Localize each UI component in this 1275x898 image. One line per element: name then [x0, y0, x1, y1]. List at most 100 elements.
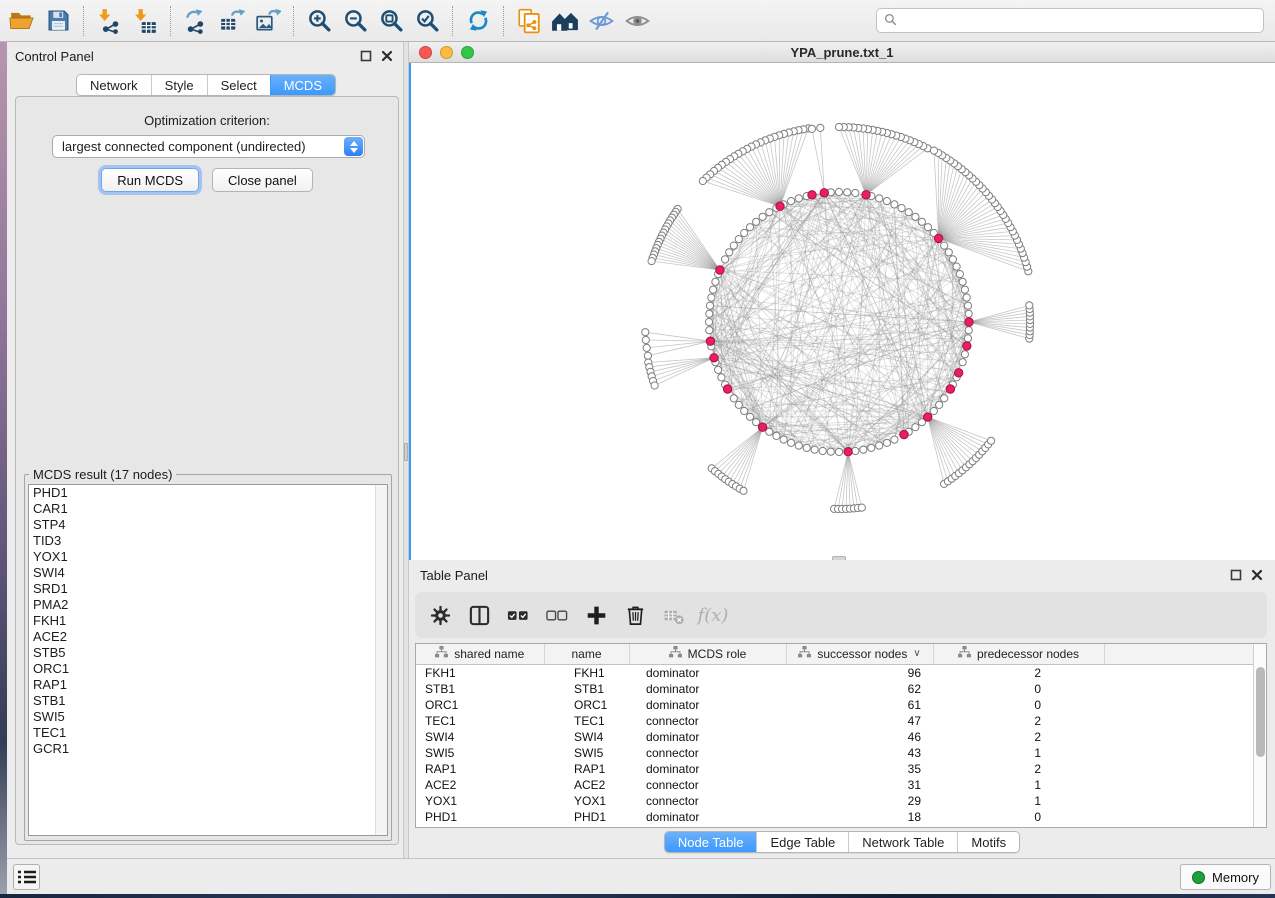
- graph-node[interactable]: [961, 351, 968, 358]
- table-row[interactable]: SWI4SWI4dominator462: [416, 729, 1254, 745]
- table-cell[interactable]: 2: [933, 713, 1104, 729]
- graph-node[interactable]: [795, 442, 802, 449]
- graph-node[interactable]: [965, 310, 972, 317]
- table-cell[interactable]: RAP1: [416, 761, 544, 777]
- mcds-result-list[interactable]: PHD1CAR1STP4TID3YOX1SWI4SRD1PMA2FKH1ACE2…: [28, 484, 388, 836]
- graph-hub-node[interactable]: [820, 189, 828, 197]
- table-cell[interactable]: FKH1: [544, 664, 629, 681]
- graph-node[interactable]: [924, 224, 931, 231]
- graph-node[interactable]: [706, 302, 713, 309]
- table-cell[interactable]: 0: [933, 681, 1104, 697]
- graph-node[interactable]: [868, 444, 875, 451]
- graph-node[interactable]: [710, 286, 717, 293]
- graph-hub-node[interactable]: [776, 202, 784, 210]
- graph-node[interactable]: [808, 125, 815, 132]
- table-cell[interactable]: dominator: [629, 681, 786, 697]
- mcds-result-item[interactable]: STB1: [29, 693, 387, 709]
- graph-node[interactable]: [706, 327, 713, 334]
- graph-node[interactable]: [912, 424, 919, 431]
- column-header-name[interactable]: name: [544, 644, 629, 664]
- graph-node[interactable]: [746, 413, 753, 420]
- graph-node[interactable]: [642, 336, 649, 343]
- table-cell[interactable]: 62: [786, 681, 933, 697]
- graph-node[interactable]: [959, 278, 966, 285]
- graph-hub-node[interactable]: [716, 266, 724, 274]
- table-row[interactable]: TEC1TEC1connector472: [416, 713, 1254, 729]
- graph-node[interactable]: [860, 446, 867, 453]
- table-cell[interactable]: 43: [786, 745, 933, 761]
- mcds-result-item[interactable]: SRD1: [29, 581, 387, 597]
- graph-hub-node[interactable]: [946, 385, 954, 393]
- export-image-icon[interactable]: [253, 6, 283, 36]
- mcds-result-item[interactable]: TEC1: [29, 725, 387, 741]
- select-all-icon[interactable]: [506, 603, 530, 627]
- graph-node[interactable]: [648, 258, 655, 265]
- mcds-result-item[interactable]: RAP1: [29, 677, 387, 693]
- export-table-icon[interactable]: [217, 6, 247, 36]
- table-row[interactable]: SWI5SWI5connector431: [416, 745, 1254, 761]
- tab-mcds[interactable]: MCDS: [270, 75, 335, 95]
- graph-node[interactable]: [965, 327, 972, 334]
- graph-node[interactable]: [844, 189, 851, 196]
- graph-node[interactable]: [835, 188, 842, 195]
- graph-node[interactable]: [722, 256, 729, 263]
- table-cell[interactable]: 1: [933, 745, 1104, 761]
- table-cell[interactable]: connector: [629, 745, 786, 761]
- split-view-icon[interactable]: [467, 603, 491, 627]
- graph-node[interactable]: [961, 286, 968, 293]
- graph-node[interactable]: [735, 236, 742, 243]
- table-cell[interactable]: ORC1: [544, 697, 629, 713]
- graph-node[interactable]: [964, 302, 971, 309]
- table-cell[interactable]: connector: [629, 793, 786, 809]
- search-input[interactable]: [901, 13, 1263, 28]
- table-cell[interactable]: connector: [629, 777, 786, 793]
- export-web-icon[interactable]: [514, 6, 544, 36]
- graph-hub-node[interactable]: [808, 191, 816, 199]
- graph-node[interactable]: [949, 256, 956, 263]
- table-cell[interactable]: SWI5: [544, 745, 629, 761]
- table-cell[interactable]: dominator: [629, 761, 786, 777]
- mcds-result-item[interactable]: ORC1: [29, 661, 387, 677]
- graph-node[interactable]: [819, 447, 826, 454]
- graph-node[interactable]: [730, 395, 737, 402]
- graph-hub-node[interactable]: [900, 430, 908, 438]
- graph-node[interactable]: [959, 359, 966, 366]
- open-file-icon[interactable]: [7, 6, 37, 36]
- graph-node[interactable]: [905, 209, 912, 216]
- graph-hub-node[interactable]: [758, 423, 766, 431]
- mcds-result-item[interactable]: SWI4: [29, 565, 387, 581]
- show-graphics-details-icon[interactable]: [622, 6, 652, 36]
- graph-node[interactable]: [715, 366, 722, 373]
- column-header-successor-nodes[interactable]: successor nodes∨: [786, 644, 933, 664]
- graph-node[interactable]: [964, 335, 971, 342]
- table-cell[interactable]: dominator: [629, 809, 786, 825]
- graph-node[interactable]: [753, 218, 760, 225]
- graph-node[interactable]: [930, 147, 937, 154]
- column-header-predecessor-nodes[interactable]: predecessor nodes: [933, 644, 1104, 664]
- graph-node[interactable]: [941, 395, 948, 402]
- graph-node[interactable]: [953, 263, 960, 270]
- table-cell[interactable]: 2: [933, 729, 1104, 745]
- table-cell[interactable]: 31: [786, 777, 933, 793]
- graph-hub-node[interactable]: [706, 337, 714, 345]
- mcds-result-item[interactable]: GCR1: [29, 741, 387, 757]
- table-cell[interactable]: SWI4: [416, 729, 544, 745]
- refresh-icon[interactable]: [463, 6, 493, 36]
- graph-node[interactable]: [651, 382, 658, 389]
- graph-node[interactable]: [883, 198, 890, 205]
- search-box[interactable]: [876, 8, 1264, 33]
- table-cell[interactable]: ACE2: [416, 777, 544, 793]
- graph-node[interactable]: [644, 352, 651, 359]
- table-row[interactable]: FKH1FKH1dominator962: [416, 664, 1254, 681]
- graph-node[interactable]: [706, 310, 713, 317]
- table-cell[interactable]: 1: [933, 777, 1104, 793]
- save-session-icon[interactable]: [43, 6, 73, 36]
- table-cell[interactable]: ORC1: [416, 697, 544, 713]
- table-cell[interactable]: TEC1: [416, 713, 544, 729]
- table-cell[interactable]: connector: [629, 713, 786, 729]
- graph-node[interactable]: [735, 401, 742, 408]
- mcds-result-item[interactable]: FKH1: [29, 613, 387, 629]
- zoom-selected-icon[interactable]: [412, 6, 442, 36]
- table-cell[interactable]: YOX1: [416, 793, 544, 809]
- graph-node[interactable]: [963, 294, 970, 301]
